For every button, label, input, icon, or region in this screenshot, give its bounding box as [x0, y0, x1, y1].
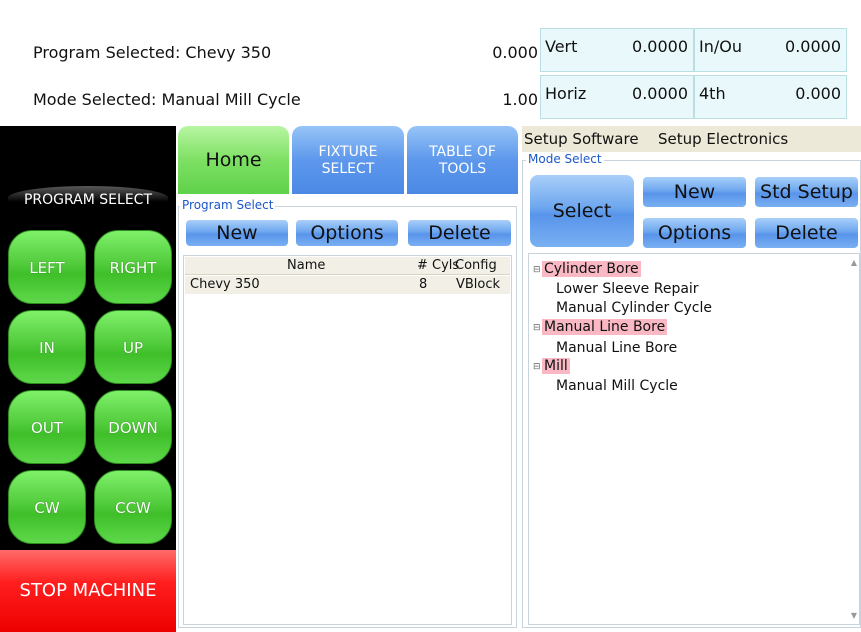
jog-up-button[interactable]: UP — [94, 310, 172, 384]
axis-value: 0.0000 — [632, 84, 688, 103]
column-header-name[interactable]: Name — [287, 258, 325, 273]
column-header-cyls[interactable]: # Cyls — [417, 258, 459, 273]
tab-table-of-tools[interactable]: TABLE OF TOOLS — [407, 126, 518, 194]
jog-ccw-button[interactable]: CCW — [94, 470, 172, 544]
jog-in-button[interactable]: IN — [8, 310, 86, 384]
tab-setup-electronics[interactable]: Setup Electronics — [658, 130, 788, 148]
scroll-down-icon[interactable]: ▼ — [851, 611, 857, 620]
axis-inout-readout: In/Ou 0.0000 — [694, 28, 847, 72]
tree-item[interactable]: Lower Sleeve Repair — [556, 281, 699, 297]
collapse-icon[interactable]: ⊟ — [533, 362, 541, 372]
program-delete-button[interactable]: Delete — [408, 220, 511, 246]
tree-item[interactable]: Manual Cylinder Cycle — [556, 300, 712, 316]
tab-label-line1: TABLE OF — [429, 144, 496, 160]
axis-label: 4th — [699, 84, 726, 103]
program-new-button[interactable]: New — [186, 220, 288, 246]
cell-name: Chevy 350 — [190, 277, 260, 292]
tab-label-line2: TOOLS — [438, 161, 487, 177]
mode-options-button[interactable]: Options — [643, 218, 746, 248]
column-header-config[interactable]: Config — [455, 258, 497, 273]
tab-label-line2: SELECT — [321, 161, 375, 177]
mode-delete-button[interactable]: Delete — [755, 218, 858, 248]
tree-category-manual-line-bore[interactable]: Manual Line Bore — [542, 319, 668, 335]
program-options-button[interactable]: Options — [296, 220, 398, 246]
axis-value: 0.000 — [795, 84, 841, 103]
axis-value: 0.0000 — [785, 37, 841, 56]
tree-item[interactable]: Manual Mill Cycle — [556, 378, 678, 394]
program-select-header[interactable]: PROGRAM SELECT — [8, 186, 168, 212]
tree-category-mill[interactable]: Mill — [542, 358, 570, 374]
jog-cw-button[interactable]: CW — [8, 470, 86, 544]
cell-config: VBlock — [456, 277, 501, 292]
axis-vert-readout: Vert 0.0000 — [540, 28, 694, 72]
program-selected-label: Program Selected: Chevy 350 — [33, 43, 272, 62]
axis-horiz-readout: Horiz 0.0000 — [540, 75, 694, 119]
collapse-icon[interactable]: ⊟ — [533, 265, 541, 275]
mode-tree[interactable]: ▲ ▼ ⊟ Cylinder Bore Lower Sleeve Repair … — [528, 253, 860, 625]
stop-machine-button[interactable]: STOP MACHINE — [0, 550, 176, 632]
mode-new-button[interactable]: New — [643, 177, 746, 207]
std-setup-button[interactable]: Std Setup — [755, 177, 858, 207]
mode-select-button[interactable]: Select — [530, 175, 634, 247]
axis-label: In/Ou — [699, 37, 742, 56]
scroll-up-icon[interactable]: ▲ — [851, 258, 857, 267]
axis-label: Vert — [545, 37, 578, 56]
collapse-icon[interactable]: ⊟ — [533, 323, 541, 333]
jog-down-button[interactable]: DOWN — [94, 390, 172, 464]
tree-category-cylinder-bore[interactable]: Cylinder Bore — [542, 261, 641, 277]
mode-selected-label: Mode Selected: Manual Mill Cycle — [33, 90, 301, 109]
jog-control-panel: PROGRAM SELECT LEFT RIGHT IN UP OUT DOWN… — [0, 126, 176, 632]
jog-out-button[interactable]: OUT — [8, 390, 86, 464]
axis-label: Horiz — [545, 84, 587, 103]
program-select-title: Program Select — [180, 198, 276, 212]
table-row[interactable]: Chevy 350 8 VBlock — [185, 276, 510, 294]
jog-left-button[interactable]: LEFT — [8, 230, 86, 304]
tree-item[interactable]: Manual Line Bore — [556, 340, 677, 356]
tab-label-line1: FIXTURE — [318, 144, 378, 160]
mode-value: 1.00 — [502, 90, 538, 109]
tab-home[interactable]: Home — [178, 126, 289, 194]
axis-value: 0.0000 — [632, 37, 688, 56]
tab-setup-software[interactable]: Setup Software — [524, 130, 639, 148]
axis-4th-readout: 4th 0.000 — [694, 75, 847, 119]
program-value: 0.000 — [492, 43, 538, 62]
jog-right-button[interactable]: RIGHT — [94, 230, 172, 304]
table-header: Name # Cyls Config — [185, 257, 510, 275]
setup-tab-bar: Setup Software Setup Electronics — [522, 126, 861, 152]
cell-cyls: 8 — [419, 277, 428, 292]
tab-fixture-select[interactable]: FIXTURE SELECT — [292, 126, 404, 194]
mode-select-title: Mode Select — [526, 152, 604, 166]
program-table[interactable]: Name # Cyls Config Chevy 350 8 VBlock — [183, 255, 512, 625]
